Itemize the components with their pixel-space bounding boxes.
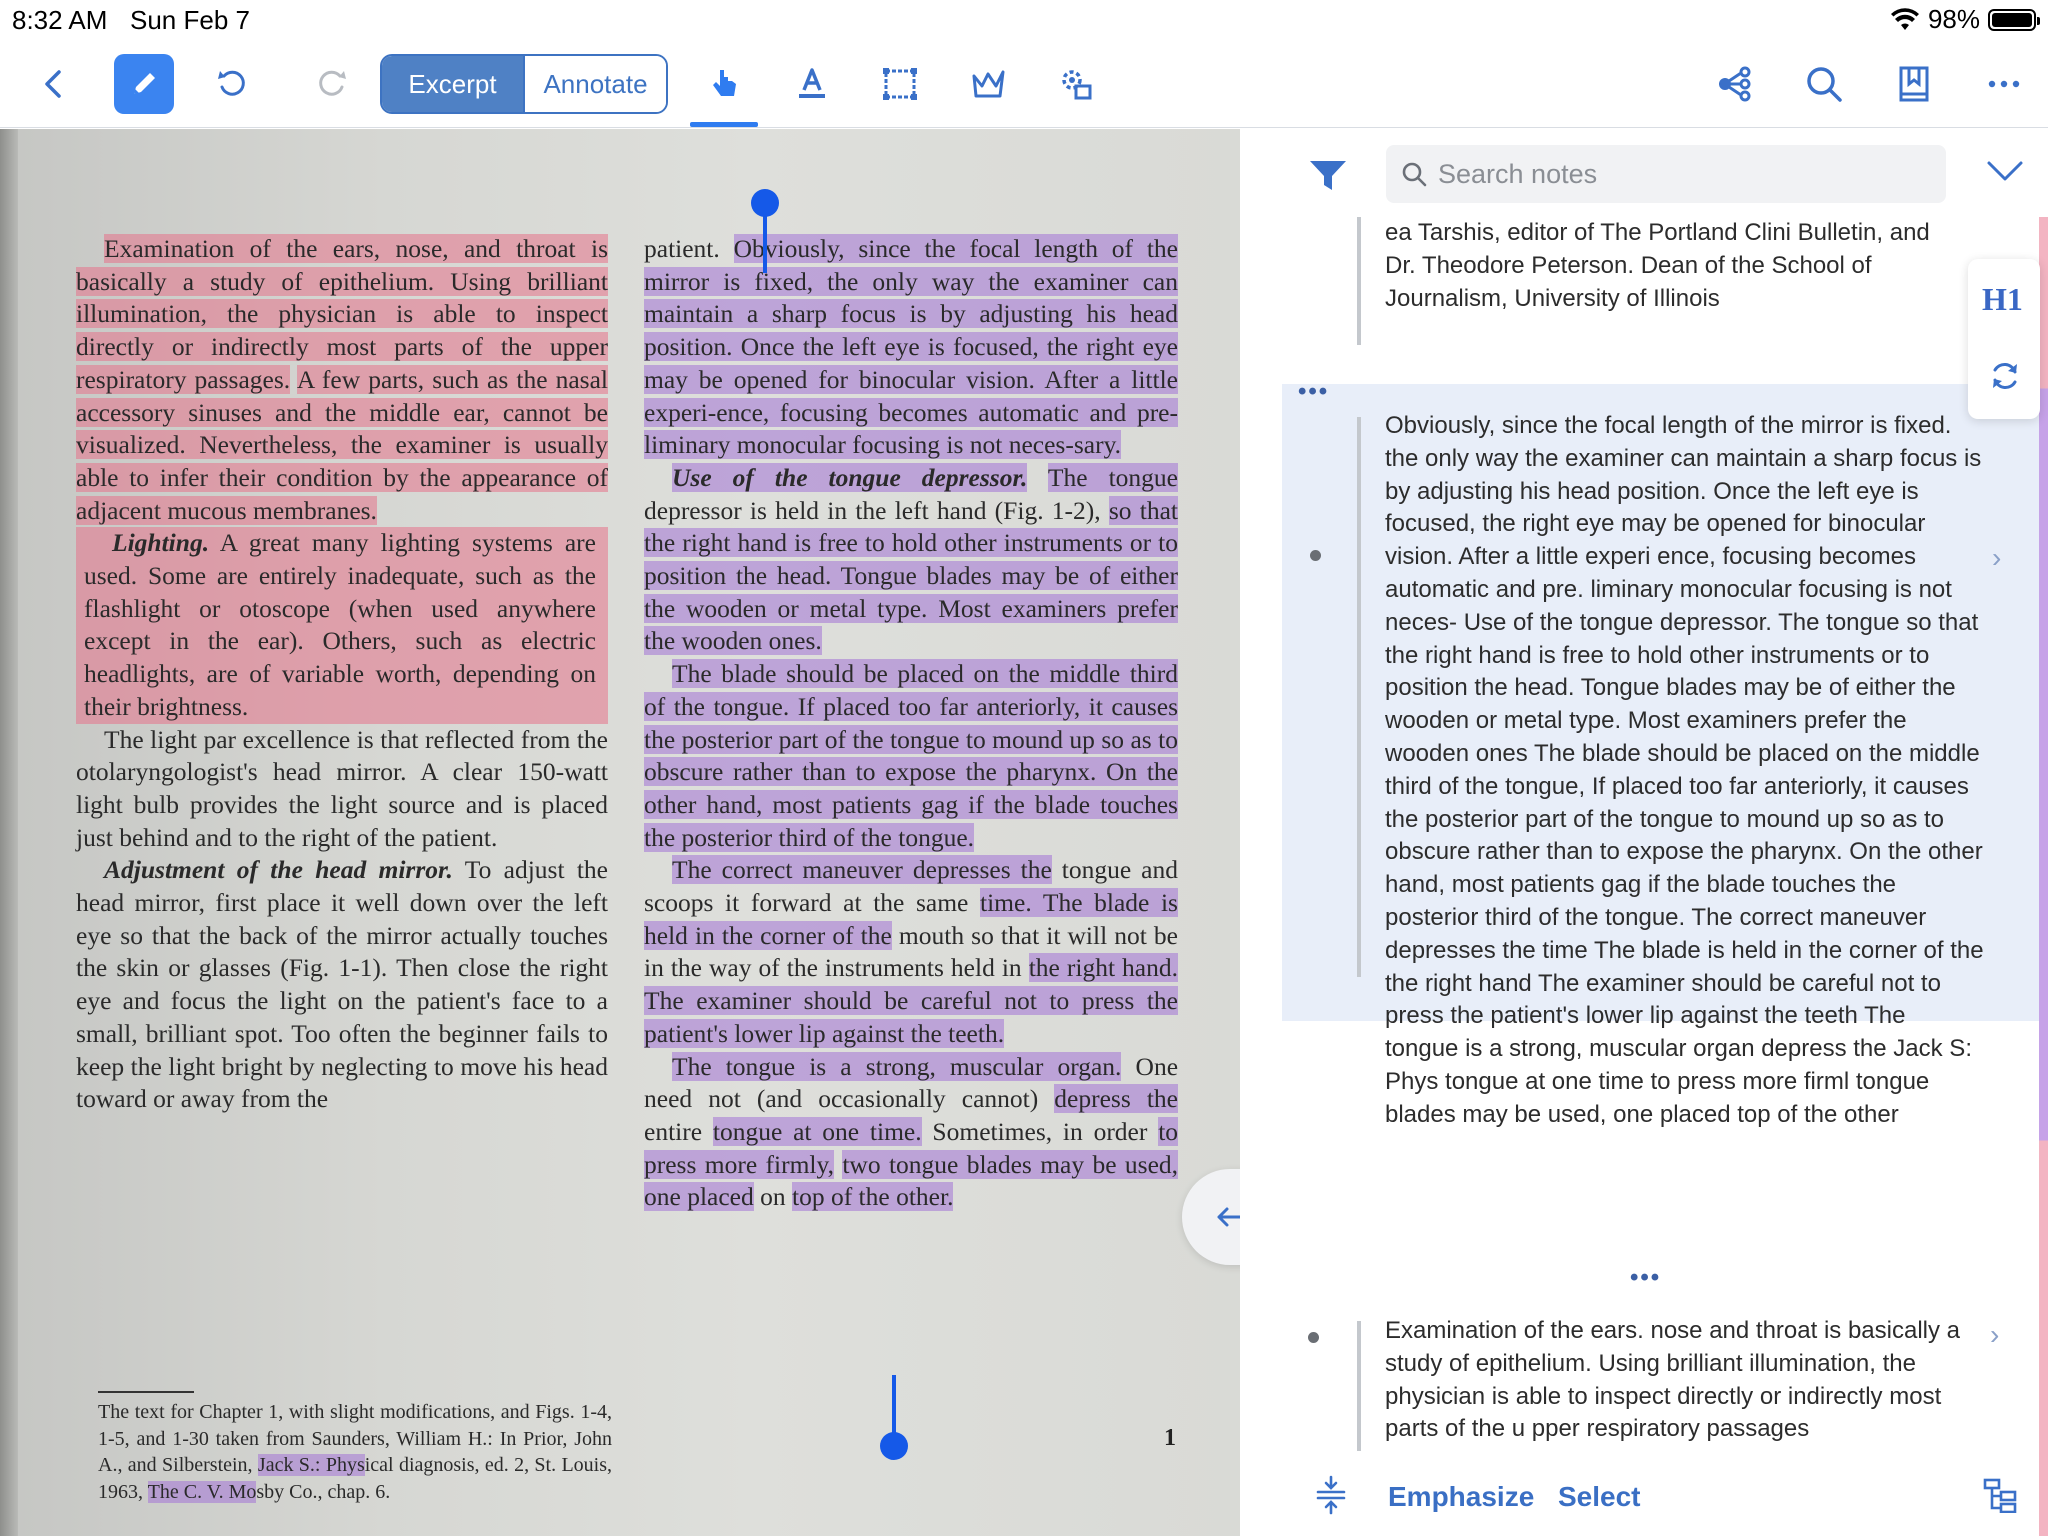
expand-collapse-button[interactable] — [1314, 1475, 1348, 1520]
text-highlight-button[interactable] — [782, 54, 842, 114]
highlight-red-block[interactable]: Lighting. A great many lighting systems … — [76, 527, 608, 724]
search-notes-input[interactable] — [1438, 158, 1918, 190]
filter-button[interactable] — [1308, 159, 1348, 198]
hand-pointer-icon — [713, 70, 736, 96]
pen-icon — [134, 73, 155, 94]
lasso-icon — [972, 70, 1005, 98]
lasso-button[interactable] — [958, 54, 1018, 114]
highlight-purple[interactable]: The blade should be placed on the middle… — [644, 659, 1178, 852]
emphasize-button[interactable]: Emphasize — [1388, 1481, 1534, 1513]
search-icon — [1807, 67, 1842, 102]
selection-handle-start-line — [763, 209, 767, 273]
document-page[interactable]: Examination of the ears, nose, and throa… — [0, 129, 1240, 1536]
notes-color-strip — [2039, 217, 2048, 1536]
note-item-1-text[interactable]: Obviously, since the focal length of the… — [1385, 410, 1985, 1132]
more-icon — [1988, 80, 2020, 88]
text-column-left[interactable]: Examination of the ears, nose, and throa… — [76, 233, 608, 1116]
wifi-icon — [1890, 7, 1919, 30]
highlight-purple[interactable]: The C. V. Mo — [147, 1480, 257, 1503]
note-bullet — [1310, 550, 1321, 561]
battery-percent: 98% — [1927, 4, 1980, 34]
note-bullet — [1308, 1332, 1319, 1343]
search-icon — [1402, 162, 1427, 187]
status-date: Sun Feb 7 — [130, 5, 250, 35]
note-quote-bar — [1357, 1321, 1361, 1451]
refresh-button[interactable] — [1988, 359, 2022, 398]
select-button[interactable]: Select — [1558, 1481, 1641, 1513]
status-right: 98% — [1890, 4, 2040, 35]
search-notes-box[interactable] — [1386, 145, 1946, 203]
note-item-0[interactable]: ea Tarshis, editor of The Portland Clini… — [1360, 217, 1960, 315]
expand-collapse-icon — [1316, 1475, 1346, 1515]
status-time: 8:32 AM — [12, 5, 108, 35]
rect-select-icon — [883, 68, 917, 100]
footnote: The text for Chapter 1, with slight modi… — [98, 1401, 613, 1503]
highlight-purple[interactable]: tongue at one time. — [712, 1116, 922, 1146]
paragraph: Adjustment of the head mirror. To adjust… — [76, 855, 609, 1114]
selection-handle-end[interactable] — [880, 1432, 908, 1460]
chevron-down-icon — [1987, 161, 2023, 181]
hand-pointer-button[interactable] — [694, 54, 754, 114]
text-highlight-icon — [799, 68, 825, 98]
bookmark-icon — [1899, 66, 1929, 102]
battery-icon — [1988, 8, 2040, 31]
note-more-dots-bottom[interactable]: ••• — [1630, 1264, 1661, 1292]
refresh-icon — [1993, 363, 2017, 389]
back-button[interactable] — [24, 54, 84, 114]
highlight-purple[interactable]: depress the — [1054, 1084, 1178, 1114]
page-number: 1 — [1164, 1425, 1176, 1451]
paragraph: The light par excellence is that reflect… — [76, 724, 608, 852]
active-tool-indicator — [690, 122, 758, 127]
settings-gear-icon — [1062, 70, 1092, 100]
pen-tool-button[interactable] — [114, 54, 174, 114]
notes-pane: ea Tarshis, editor of The Portland Clini… — [1240, 129, 2048, 1536]
selection-handle-start[interactable] — [751, 189, 779, 217]
heading-button[interactable]: H1 — [1982, 281, 2023, 318]
more-button[interactable] — [1974, 54, 2034, 114]
document-pane[interactable]: Examination of the ears, nose, and throa… — [0, 129, 1240, 1536]
redo-button[interactable] — [302, 54, 362, 114]
status-bar: 8:32 AM Sun Feb 7 98% — [0, 0, 2048, 40]
mindmap-button[interactable] — [1704, 54, 1764, 114]
app-screen: 8:32 AM Sun Feb 7 98% Excerpt Annotate E… — [0, 0, 2048, 1536]
note-more-dots-top[interactable]: ••• — [1298, 378, 1329, 406]
outline-button[interactable] — [1982, 1477, 2018, 1518]
settings-button[interactable] — [1046, 54, 1106, 114]
bookmark-button[interactable] — [1884, 54, 1944, 114]
highlight-purple[interactable]: The tongue is a strong, muscular organ. — [672, 1051, 1122, 1081]
undo-icon — [218, 70, 245, 96]
highlight-purple[interactable]: The tongue — [1047, 462, 1178, 492]
back-icon — [45, 70, 61, 98]
chevron-right-icon[interactable]: › — [1992, 542, 2001, 574]
mode-segmented-control: Excerpt Annotate — [380, 54, 668, 114]
notes-bottom-bar: Emphasize Select — [1240, 1459, 2048, 1536]
highlight-purple[interactable]: top of the other. — [791, 1182, 954, 1212]
text-column-right[interactable]: patient. Obviously, since the focal leng… — [644, 233, 1179, 1214]
chevron-right-icon[interactable]: › — [1990, 1319, 1999, 1351]
segment-annotate[interactable]: Annotate — [523, 56, 666, 112]
note-quote-bar — [1357, 417, 1361, 977]
undo-button[interactable] — [202, 54, 262, 114]
highlight-purple[interactable]: Use of the tongue depressor. — [672, 462, 1028, 492]
mindmap-icon — [1719, 66, 1751, 102]
outline-tree-icon — [1983, 1478, 2017, 1514]
highlight-purple[interactable]: The correct maneuver depresses the — [672, 855, 1052, 885]
note-item-2-text[interactable]: Examination of the ears. nose and throat… — [1385, 1315, 1985, 1446]
rect-select-button[interactable] — [870, 54, 930, 114]
highlight-purple[interactable]: Jack S.: Phys — [257, 1454, 365, 1477]
main-toolbar: Excerpt Annotate — [0, 40, 2048, 128]
highlight-purple[interactable]: Obviously, since the focal length of the… — [644, 234, 1179, 460]
search-button[interactable] — [1794, 54, 1854, 114]
filter-icon — [1310, 161, 1346, 190]
collapse-button[interactable] — [1986, 159, 2024, 188]
floating-tools: H1 — [1968, 259, 2040, 419]
segment-excerpt[interactable]: Excerpt — [382, 56, 523, 112]
redo-icon — [319, 70, 346, 96]
